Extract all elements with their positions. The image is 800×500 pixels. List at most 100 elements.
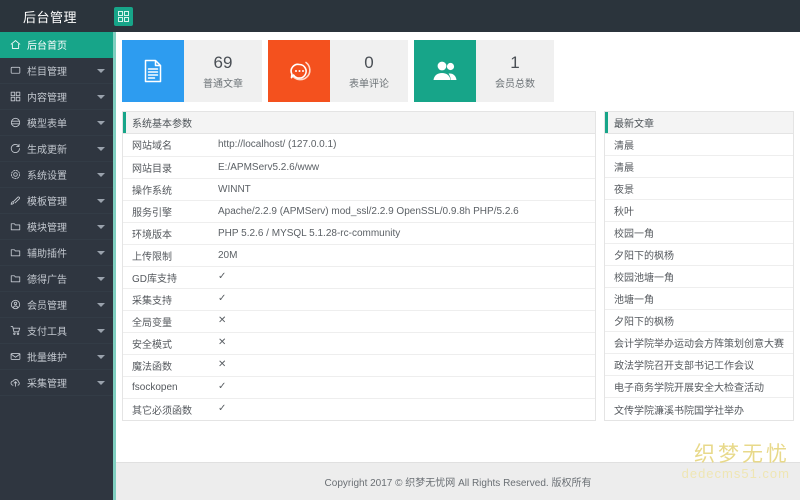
refresh-icon [9,142,22,155]
param-value: ✓ [218,381,227,392]
param-label: 操作系统 [132,185,172,197]
mail-icon [9,350,22,363]
footer: Copyright 2017 © 织梦无忧网 All Rights Reserv… [116,462,800,500]
sidebar-item-模板管理[interactable]: 模板管理 [0,188,113,214]
list-item[interactable]: 池塘一角 [605,288,793,310]
chevron-down-icon[interactable] [97,172,105,177]
home-icon [9,38,22,51]
sidebar-item-会员管理[interactable]: 会员管理 [0,292,113,318]
stat-text: 1 会员总数 [476,40,554,102]
stat-card-3[interactable]: 1 会员总数 [414,40,554,102]
list-item[interactable]: 政法学院召开支部书记工作会议 [605,354,793,376]
folder-icon [9,272,22,285]
table-row: 网站域名 http://localhost/ (127.0.0.1) [123,134,595,156]
chevron-down-icon[interactable] [97,120,105,125]
sidebar-item-label: 会员管理 [27,301,67,312]
param-value: ✓ [218,293,227,304]
stat-value: 69 [213,52,233,72]
table-row: 全局变量 ✕ [123,310,595,332]
sidebar-item-支付工具[interactable]: 支付工具 [0,318,113,344]
stat-card-2[interactable]: 0 表单评论 [268,40,408,102]
folder-icon [9,220,22,233]
chevron-down-icon[interactable] [97,250,105,255]
sidebar-item-label: 辅助插件 [27,249,67,260]
sidebar-item-模型表单[interactable]: 模型表单 [0,110,113,136]
sidebar-item-label: 支付工具 [27,327,67,338]
chevron-down-icon[interactable] [97,146,105,151]
apps-grid-icon[interactable] [114,6,133,26]
chevron-down-icon[interactable] [97,94,105,99]
chevron-down-icon[interactable] [97,328,105,333]
sidebar-item-label: 模块管理 [27,223,67,234]
brush-icon [9,194,22,207]
param-value: ✓ [218,271,227,282]
stat-caption: 会员总数 [495,79,535,91]
list-item[interactable]: 夕阳下的枫杨 [605,310,793,332]
body-region: 后台首页 栏目管理 内容管理模型表单生成更新系统设置模板管理模块管理辅助插件德得广告… [0,32,800,500]
chevron-down-icon[interactable] [97,354,105,359]
sidebar-item-栏目管理[interactable]: 栏目管理 [0,58,113,84]
param-label: 全局变量 [132,317,172,329]
stat-text: 0 表单评论 [330,40,408,102]
admin-dashboard: 后台管理 后台首页 栏目管理 内容管理 模型表单 生成更新 系统设置 模板管理 模块管理 辅助插… [0,0,800,500]
list-item[interactable]: 清晨 [605,156,793,178]
param-value: ✕ [218,359,227,370]
chevron-down-icon[interactable] [97,302,105,307]
sidebar-item-label: 模型表单 [27,119,67,130]
document-icon [122,40,184,102]
chevron-down-icon[interactable] [97,224,105,229]
cart-icon [9,324,22,337]
sidebar-item-label: 采集管理 [27,379,67,390]
sidebar-item-后台首页[interactable]: 后台首页 [0,32,113,58]
stat-card-1[interactable]: 69 普通文章 [122,40,262,102]
sidebar-item-label: 系统设置 [27,171,67,182]
sidebar-item-模块管理[interactable]: 模块管理 [0,214,113,240]
stat-value: 0 [364,52,374,72]
list-item[interactable]: 夜景 [605,178,793,200]
table-row: 环境版本 PHP 5.2.6 / MYSQL 5.1.28-rc-communit… [123,222,595,244]
list-item[interactable]: 夕阳下的枫杨 [605,244,793,266]
chevron-down-icon[interactable] [97,276,105,281]
param-label: 采集支持 [132,295,172,307]
disc-icon [9,116,22,129]
sidebar-item-系统设置[interactable]: 系统设置 [0,162,113,188]
chevron-down-icon[interactable] [97,380,105,385]
param-value: ✕ [218,337,227,348]
chevron-down-icon[interactable] [97,198,105,203]
sidebar-item-采集管理[interactable]: 采集管理 [0,370,113,396]
param-label: 魔法函数 [132,361,172,373]
system-parameters-panel: 系统基本参数 网站域名 http://localhost/ (127.0.0.1)… [122,111,596,421]
chevron-down-icon[interactable] [97,68,105,73]
table-row: 魔法函数 ✕ [123,354,595,376]
sidebar-item-德得广告[interactable]: 德得广告 [0,266,113,292]
list-item[interactable]: 电子商务学院开展安全大检查活动 [605,376,793,398]
param-value: 20M [218,249,238,261]
user-circle-icon [9,298,22,311]
param-label: 网站域名 [132,141,172,153]
list-item[interactable]: 校园池塘一角 [605,266,793,288]
param-value: WINNT [218,183,251,195]
param-label: 其它必须函数 [132,405,192,417]
list-item[interactable]: 校园一角 [605,222,793,244]
stat-caption: 普通文章 [203,79,243,91]
list-item[interactable]: 文传学院濂溪书院国学社举办 [605,398,793,420]
gear-icon [9,168,22,181]
param-label: 安全模式 [132,339,172,351]
sidebar-item-label: 生成更新 [27,145,67,156]
sidebar-item-内容管理[interactable]: 内容管理 [0,84,113,110]
list-item[interactable]: 清晨 [605,134,793,156]
table-row: 上传限制 20M [123,244,595,266]
param-value: http://localhost/ (127.0.0.1) [218,139,337,151]
param-label: GD库支持 [132,273,177,285]
sidebar-item-生成更新[interactable]: 生成更新 [0,136,113,162]
param-label: 环境版本 [132,229,172,241]
list-item[interactable]: 会计学院举办运动会方阵策划创意大赛 [605,332,793,354]
grid-icon [9,90,22,103]
table-row: 其它必须函数 ✓ [123,398,595,420]
param-value: E:/APMServ5.2.6/www [218,161,320,173]
sidebar-item-辅助插件[interactable]: 辅助插件 [0,240,113,266]
param-value: ✕ [218,315,227,326]
sidebar-item-批量维护[interactable]: 批量维护 [0,344,113,370]
list-item[interactable]: 秋叶 [605,200,793,222]
stat-text: 69 普通文章 [184,40,262,102]
